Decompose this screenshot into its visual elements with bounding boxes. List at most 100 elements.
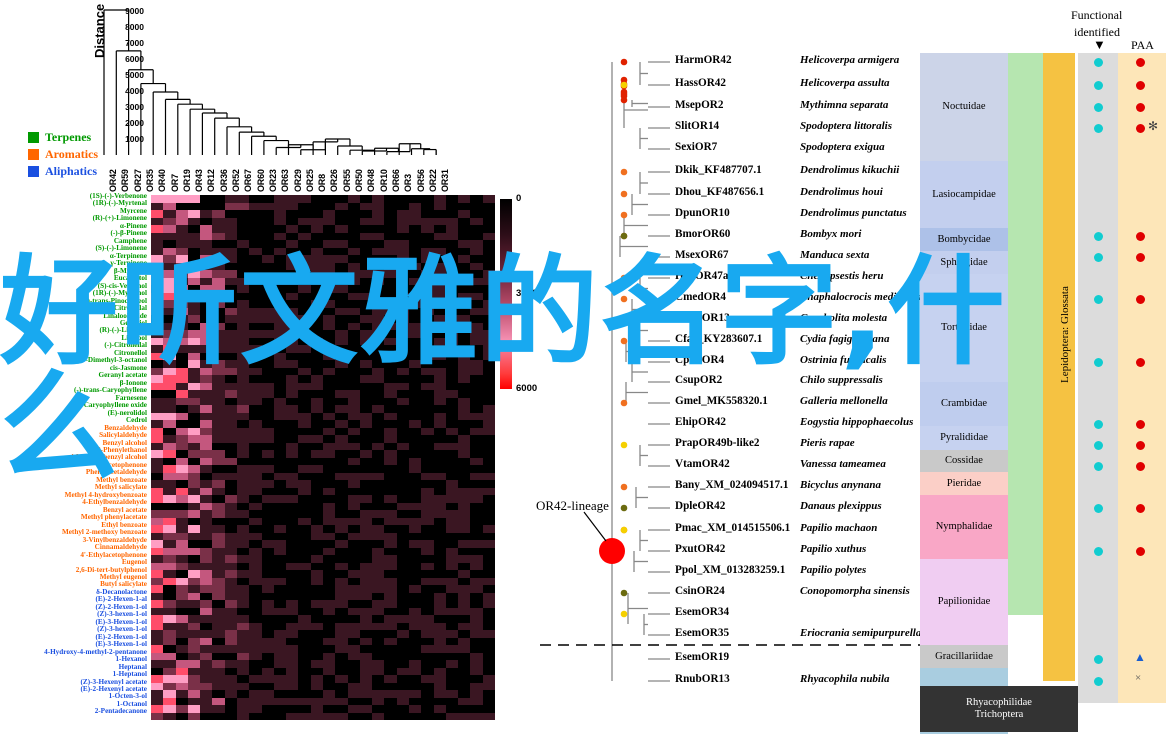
heatmap-cell xyxy=(335,517,348,525)
heatmap-cell xyxy=(286,450,299,458)
heatmap-cell xyxy=(163,555,176,563)
heatmap-cell xyxy=(433,682,446,690)
heatmap-cell xyxy=(200,682,213,690)
heatmap-cell xyxy=(310,682,323,690)
heatmap-cell xyxy=(163,285,176,293)
heatmap-cell xyxy=(286,225,299,233)
family-label: Cossidae xyxy=(945,455,983,466)
heatmap-cell xyxy=(396,630,409,638)
heatmap-cell xyxy=(286,360,299,368)
heatmap-cell xyxy=(151,547,164,555)
heatmap-cell xyxy=(310,262,323,270)
phylogeny-species-name: Grapholita molesta xyxy=(800,312,888,324)
heatmap-cell xyxy=(433,412,446,420)
heatmap-cell xyxy=(212,457,225,465)
heatmap-cell xyxy=(175,547,188,555)
heatmap-cell xyxy=(335,675,348,683)
heatmap-cell xyxy=(249,675,262,683)
phylogeny-species-name: Vanessa tameamea xyxy=(800,458,886,470)
heatmap-cell xyxy=(445,630,459,638)
dendrogram-leaf-label: OR7 xyxy=(169,174,180,192)
heatmap-cell xyxy=(212,322,225,330)
heatmap-cell xyxy=(359,637,373,645)
phylogeny-gene-name: Gmel_MK558320.1 xyxy=(675,395,768,407)
heatmap-cell xyxy=(224,427,237,435)
heatmap-cell xyxy=(396,397,409,405)
heatmap-cell xyxy=(187,682,201,690)
heatmap-cell xyxy=(224,600,237,608)
heatmap-cell xyxy=(261,465,274,473)
dendrogram-leaf-label: OR67 xyxy=(243,169,254,192)
heatmap-cell xyxy=(421,322,434,330)
heatmap-cell xyxy=(212,510,225,518)
heatmap-cell xyxy=(200,457,213,465)
heatmap-cell xyxy=(261,690,274,698)
heatmap-cell xyxy=(433,442,446,450)
phylogeny-gene-name: CmedOR4 xyxy=(675,291,726,303)
family-band: Cossidae xyxy=(920,450,1008,472)
heatmap-cell xyxy=(445,232,459,240)
heatmap-cell xyxy=(200,562,213,570)
heatmap-cell xyxy=(224,330,237,338)
heatmap-cell xyxy=(286,607,299,615)
heatmap-cell xyxy=(200,382,213,390)
dendrogram-leaf-label: OR42 xyxy=(108,169,118,192)
heatmap-cell xyxy=(458,412,471,420)
heatmap-cell xyxy=(163,397,176,405)
heatmap-cell xyxy=(421,622,434,630)
heatmap-cell xyxy=(470,540,483,548)
heatmap-cell xyxy=(237,367,250,375)
heatmap-cell xyxy=(421,510,434,518)
heatmap-cell xyxy=(470,660,483,668)
heatmap-cell xyxy=(175,630,188,638)
heatmap-cell xyxy=(261,390,274,398)
heatmap-cell xyxy=(409,465,422,473)
phylogeny-species-name: Spodoptera littoralis xyxy=(800,120,892,132)
heatmap-cell xyxy=(482,345,495,353)
heatmap-cell xyxy=(286,307,299,315)
lepidoptera-orange-band: Lepidoptera: Glossata xyxy=(1043,53,1075,681)
heatmap-cell xyxy=(151,637,164,645)
heatmap-cell xyxy=(200,277,213,285)
phylogeny-support-node xyxy=(620,190,628,198)
heatmap-cell xyxy=(237,285,250,293)
heatmap-cell xyxy=(470,690,483,698)
phylogeny-species-name: Manduca sexta xyxy=(800,249,870,261)
heatmap-cell xyxy=(175,412,188,420)
heatmap-cell xyxy=(273,322,287,330)
heatmap-cell xyxy=(433,277,446,285)
phylogeny-support-node xyxy=(620,610,628,618)
heatmap-cell xyxy=(433,630,446,638)
heatmap-cell xyxy=(212,705,225,713)
heatmap-cell xyxy=(200,630,213,638)
heatmap-cell xyxy=(187,487,201,495)
family-label: Crambidae xyxy=(940,398,988,409)
heatmap-cell xyxy=(163,495,176,503)
heatmap-cell xyxy=(433,202,446,210)
family-band: Bombycidae xyxy=(920,228,1008,251)
heatmap-cell xyxy=(310,577,323,585)
dendrogram-leaf-label: OR52 xyxy=(231,169,241,192)
heatmap-cell xyxy=(237,660,250,668)
heatmap-cell xyxy=(249,330,262,338)
heatmap-cell xyxy=(261,577,274,585)
heatmap-cell xyxy=(187,547,201,555)
heatmap-cell xyxy=(323,367,336,375)
heatmap-cell xyxy=(273,525,287,533)
heatmap-cell xyxy=(187,367,201,375)
heatmap-cell xyxy=(482,330,495,338)
heatmap-cell xyxy=(310,277,323,285)
phylogeny-species-name: Cydia fagiglandana xyxy=(800,333,890,345)
heatmap-cell xyxy=(347,442,360,450)
heatmap-cell xyxy=(163,450,176,458)
heatmap-cell xyxy=(187,510,201,518)
heatmap-cell xyxy=(384,510,397,518)
phylogeny-species-name: Conopomorpha sinensis xyxy=(800,585,910,597)
heatmap-cell xyxy=(212,697,225,705)
heatmap-cell xyxy=(200,690,213,698)
heatmap-cell xyxy=(433,502,446,510)
phylogeny-species-name: Papilio xuthus xyxy=(800,543,867,555)
heatmap-cell xyxy=(237,450,250,458)
heatmap-cell xyxy=(335,405,348,413)
heatmap-cell xyxy=(445,427,459,435)
